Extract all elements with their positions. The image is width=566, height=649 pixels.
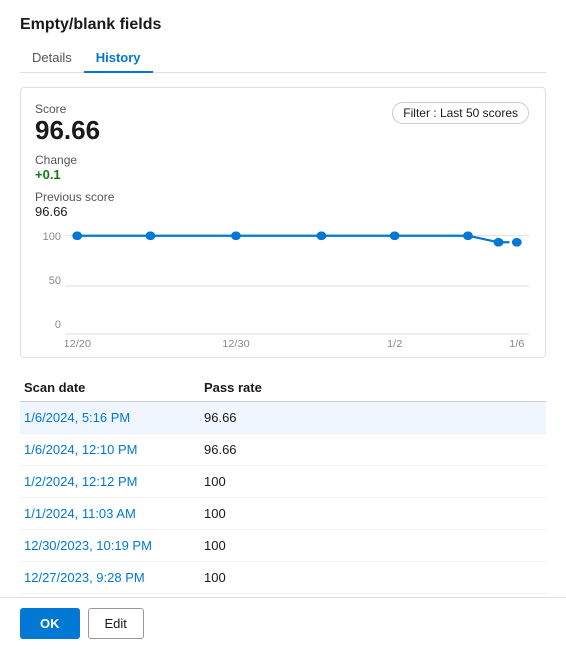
row-pass: 100 <box>204 506 542 521</box>
page-title: Empty/blank fields <box>20 16 546 34</box>
tab-bar: Details History <box>20 44 546 73</box>
chart-area: 100 50 0 <box>35 227 529 347</box>
table-row: 1/2/2024, 12:12 PM 100 <box>20 466 546 498</box>
y-label-50: 50 <box>35 275 61 287</box>
table-row: 1/6/2024, 5:16 PM 96.66 <box>20 402 546 434</box>
change-value: +0.1 <box>35 167 114 182</box>
prev-label: Previous score <box>35 190 114 204</box>
row-pass: 100 <box>204 474 542 489</box>
score-section: Score 96.66 Change +0.1 Previous score 9… <box>35 102 114 219</box>
col-pass-header: Pass rate <box>204 380 542 395</box>
y-label-0: 0 <box>35 319 61 331</box>
chart-card: Score 96.66 Change +0.1 Previous score 9… <box>20 87 546 358</box>
row-date: 1/1/2024, 11:03 AM <box>24 506 204 521</box>
filter-button[interactable]: Filter : Last 50 scores <box>392 102 529 124</box>
row-date: 12/27/2023, 9:28 PM <box>24 570 204 585</box>
score-label: Score <box>35 102 114 116</box>
row-pass: 100 <box>204 570 542 585</box>
row-pass: 96.66 <box>204 410 542 425</box>
ok-button[interactable]: OK <box>20 608 80 639</box>
tab-details[interactable]: Details <box>20 44 84 73</box>
chart-svg: 12/20 12/30 1/2 1/6 <box>65 227 529 347</box>
svg-text:1/6: 1/6 <box>509 339 524 347</box>
table-row: 12/30/2023, 10:19 PM 100 <box>20 530 546 562</box>
table-header: Scan date Pass rate <box>20 374 546 402</box>
footer: OK Edit <box>0 597 566 649</box>
col-date-header: Scan date <box>24 380 204 395</box>
y-axis: 100 50 0 <box>35 227 65 347</box>
svg-text:12/20: 12/20 <box>65 339 91 347</box>
prev-value: 96.66 <box>35 204 114 219</box>
row-pass: 100 <box>204 538 542 553</box>
tab-history[interactable]: History <box>84 44 153 73</box>
row-date: 1/6/2024, 5:16 PM <box>24 410 204 425</box>
row-date: 1/2/2024, 12:12 PM <box>24 474 204 489</box>
change-label: Change <box>35 153 114 167</box>
edit-button[interactable]: Edit <box>88 608 144 639</box>
chart-plot: 12/20 12/30 1/2 1/6 <box>65 227 529 347</box>
row-pass: 96.66 <box>204 442 542 457</box>
table-row: 1/1/2024, 11:03 AM 100 <box>20 498 546 530</box>
row-date: 12/30/2023, 10:19 PM <box>24 538 204 553</box>
svg-text:12/30: 12/30 <box>222 339 250 347</box>
score-value: 96.66 <box>35 116 114 145</box>
row-date: 1/6/2024, 12:10 PM <box>24 442 204 457</box>
table-row: 12/27/2023, 9:28 PM 100 <box>20 562 546 594</box>
svg-text:1/2: 1/2 <box>387 339 402 347</box>
y-label-100: 100 <box>35 231 61 243</box>
table-row: 1/6/2024, 12:10 PM 96.66 <box>20 434 546 466</box>
